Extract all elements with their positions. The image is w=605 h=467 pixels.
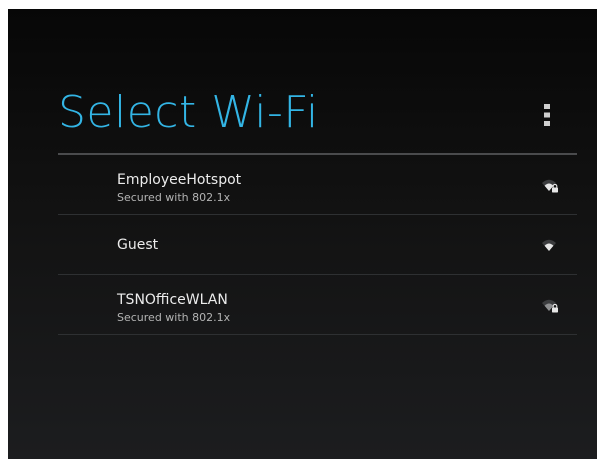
network-security: Secured with 802.1x bbox=[117, 191, 231, 204]
network-item-guest[interactable]: Guest bbox=[58, 215, 577, 275]
wifi-icon bbox=[541, 237, 559, 253]
network-security: Secured with 802.1x bbox=[117, 311, 231, 324]
page-title: Select Wi-Fi bbox=[58, 87, 319, 138]
network-item-employeehotspot[interactable]: EmployeeHotspot Secured with 802.1x bbox=[58, 155, 577, 215]
overflow-menu-icon bbox=[544, 104, 550, 126]
wifi-setup-screen: Select Wi-Fi EmployeeHotspot Secured wit… bbox=[8, 9, 597, 459]
overflow-menu-button[interactable] bbox=[535, 101, 559, 129]
header: Select Wi-Fi bbox=[58, 87, 577, 153]
network-ssid: Guest bbox=[117, 237, 159, 253]
wifi-lock-icon bbox=[541, 297, 559, 313]
wifi-lock-icon bbox=[541, 177, 559, 193]
network-item-tsnofficewlan[interactable]: TSNOfficeWLAN Secured with 802.1x bbox=[58, 275, 577, 335]
network-ssid: EmployeeHotspot bbox=[117, 172, 242, 188]
network-list: EmployeeHotspot Secured with 802.1x Gues… bbox=[58, 155, 577, 335]
network-ssid: TSNOfficeWLAN bbox=[117, 292, 228, 308]
